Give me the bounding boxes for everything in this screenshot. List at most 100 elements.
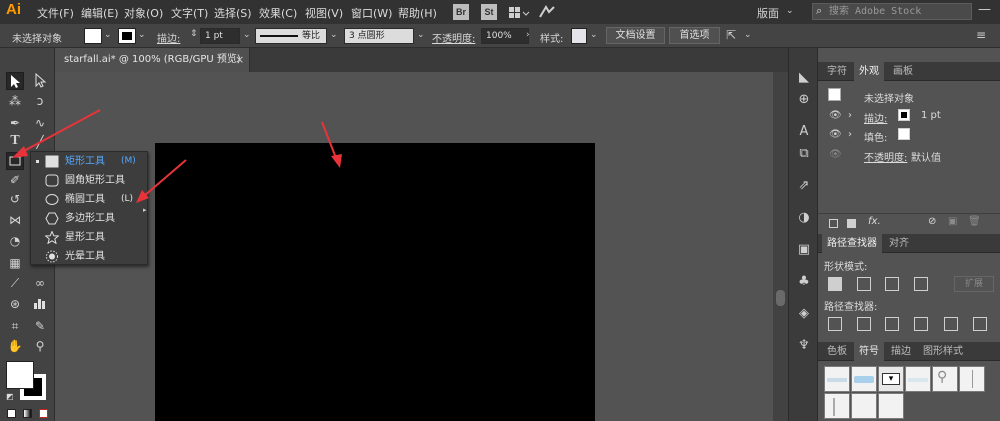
stroke-weight-dropdown-icon[interactable]: ⌄ (243, 30, 251, 40)
minimize-button[interactable]: — (978, 2, 991, 17)
tab-symbols[interactable]: 符号 (854, 342, 884, 361)
default-colors-icon[interactable]: ◩ (6, 392, 14, 401)
character-panel-icon[interactable]: A (796, 124, 812, 140)
tab-artboards[interactable]: 画板 (888, 62, 918, 81)
trash-icon[interactable]: 🗑 (968, 216, 981, 227)
stroke-weight-input[interactable]: 1 pt (200, 28, 240, 44)
menu-type[interactable]: 文字(T) (171, 5, 208, 21)
outline-icon[interactable] (944, 317, 958, 331)
brushes-panel-icon[interactable]: ♣ (796, 274, 812, 290)
vertical-scrollbar[interactable] (773, 72, 788, 421)
merge-icon[interactable] (885, 317, 899, 331)
gradient-mode-icon[interactable] (23, 409, 32, 418)
menu-effect[interactable]: 效果(C) (259, 5, 297, 21)
opacity-slider-icon[interactable]: › (526, 30, 530, 40)
direct-selection-tool-icon[interactable] (31, 72, 49, 90)
exclude-icon[interactable] (914, 277, 928, 291)
menu-view[interactable]: 视图(V) (305, 5, 343, 21)
eyedropper-tool-icon[interactable]: ⟋ (6, 274, 24, 292)
menu-window[interactable]: 窗口(W) (351, 5, 392, 21)
rectangle-tool-icon[interactable] (6, 152, 24, 170)
variable-width-profile[interactable]: 等比 (255, 28, 327, 44)
preferences-button[interactable]: 首选项 (669, 27, 720, 44)
expand-arrow-icon[interactable]: › (848, 129, 852, 140)
tab-pathfinder[interactable]: 路径查找器 (822, 234, 882, 253)
tab-character[interactable]: 字符 (822, 62, 852, 81)
column-graph-tool-icon[interactable] (31, 295, 49, 313)
brush-dropdown-icon[interactable]: ⌄ (417, 30, 425, 40)
artboard[interactable] (155, 143, 595, 421)
flyout-item-star-tool[interactable]: 星形工具 (31, 228, 147, 247)
blend-tool-icon[interactable]: ∞ (31, 274, 49, 292)
magic-wand-tool-icon[interactable]: ⁂ (6, 92, 24, 110)
eye-icon[interactable]: 👁 (829, 129, 842, 140)
appearance-fill-swatch[interactable] (898, 128, 910, 140)
panel-menu-icon[interactable]: ≡ (976, 28, 986, 42)
tab-align[interactable]: 对齐 (884, 234, 914, 253)
add-fill-icon[interactable] (847, 219, 856, 228)
type-tool-icon[interactable]: T (6, 133, 24, 151)
canvas-pasteboard[interactable] (55, 72, 773, 421)
slice-tool-icon[interactable]: ✎ (31, 317, 49, 335)
stroke-swatch[interactable] (118, 28, 136, 44)
export-panel-icon[interactable]: ⇗ (796, 178, 812, 194)
symbol-thumbnail[interactable] (824, 366, 850, 392)
paintbrush-tool-icon[interactable]: ✐ (6, 171, 24, 189)
clear-appearance-icon[interactable]: ⊘ (928, 216, 936, 227)
expand-button[interactable]: 扩展 (954, 276, 994, 292)
appearance-stroke-swatch[interactable] (898, 109, 910, 121)
menu-object[interactable]: 对象(O) (124, 5, 163, 21)
lasso-tool-icon[interactable]: ↄ (31, 92, 49, 110)
document-tab[interactable]: starfall.ai* @ 100% (RGB/GPU 预览) × (55, 48, 250, 72)
minus-back-icon[interactable] (973, 317, 987, 331)
gpu-performance-icon[interactable] (538, 4, 558, 20)
crop-icon[interactable] (914, 317, 928, 331)
pen-tool-icon[interactable]: ✒ (6, 114, 24, 132)
stroke-label[interactable]: 描边: (157, 30, 180, 45)
artboard-tool-icon[interactable]: ⌗ (6, 317, 24, 335)
minus-front-icon[interactable] (857, 277, 871, 291)
arrange-icon[interactable]: ⇱ (726, 28, 736, 42)
appearance-opacity-label[interactable]: 不透明度: (864, 149, 907, 164)
puppet-warp-icon[interactable]: ♆ (796, 338, 812, 354)
stroke-stepper-icon[interactable]: ⇕ (190, 29, 198, 39)
flyout-item-ellipse-tool[interactable]: 椭圆工具 (L) (31, 190, 147, 209)
hand-tool-icon[interactable]: ✋ (6, 337, 24, 355)
symbol-thumbnail[interactable] (905, 366, 931, 392)
intersect-icon[interactable] (885, 277, 899, 291)
zoom-tool-icon[interactable]: ⚲ (31, 337, 49, 355)
color-panel-icon[interactable]: ◣ (796, 70, 812, 86)
workspace-switcher[interactable]: 版面 (757, 5, 779, 21)
shape-builder-tool-icon[interactable]: ◔ (6, 232, 24, 250)
layers-panel-icon[interactable]: ◈ (796, 306, 812, 322)
flyout-item-rounded-rectangle-tool[interactable]: 圆角矩形工具 (31, 171, 147, 190)
symbol-thumbnail[interactable]: ▾ (878, 366, 904, 392)
menu-help[interactable]: 帮助(H) (398, 5, 437, 21)
symbol-thumbnail[interactable] (824, 393, 850, 419)
tab-appearance[interactable]: 外观 (854, 62, 884, 81)
appearance-stroke-label[interactable]: 描边: (864, 110, 887, 125)
width-tool-icon[interactable]: ⋈ (6, 211, 24, 229)
gradient-panel-icon[interactable]: ▣ (796, 242, 812, 258)
style-dropdown-icon[interactable]: ⌄ (590, 30, 598, 40)
symbol-thumbnail[interactable] (851, 366, 877, 392)
selection-tool-icon[interactable] (6, 72, 24, 90)
color-mode-icon[interactable] (7, 409, 16, 418)
scrollbar-thumb[interactable] (776, 290, 785, 306)
symbol-thumbnail[interactable] (878, 393, 904, 419)
duplicate-item-icon[interactable]: ▣ (948, 216, 957, 227)
graphic-style-swatch[interactable] (571, 28, 587, 44)
flyout-item-flare-tool[interactable]: 光晕工具 (31, 247, 147, 266)
tab-swatches[interactable]: 色板 (822, 342, 852, 361)
tab-graphic-styles[interactable]: 图形样式 (918, 342, 968, 361)
flyout-item-rectangle-tool[interactable]: 矩形工具 (M) (31, 152, 147, 171)
document-setup-button[interactable]: 文档设置 (606, 27, 665, 44)
stock-button[interactable]: St (481, 4, 497, 20)
flyout-item-polygon-tool[interactable]: 多边形工具 (31, 209, 147, 228)
eye-icon[interactable]: 👁 (829, 149, 842, 160)
menu-file[interactable]: 文件(F) (37, 5, 74, 21)
transparency-panel-icon[interactable]: ◑ (796, 210, 812, 226)
opacity-input[interactable]: 100% (481, 28, 529, 44)
stroke-dropdown-icon[interactable]: ⌄ (138, 30, 146, 40)
menu-edit[interactable]: 编辑(E) (81, 5, 119, 21)
